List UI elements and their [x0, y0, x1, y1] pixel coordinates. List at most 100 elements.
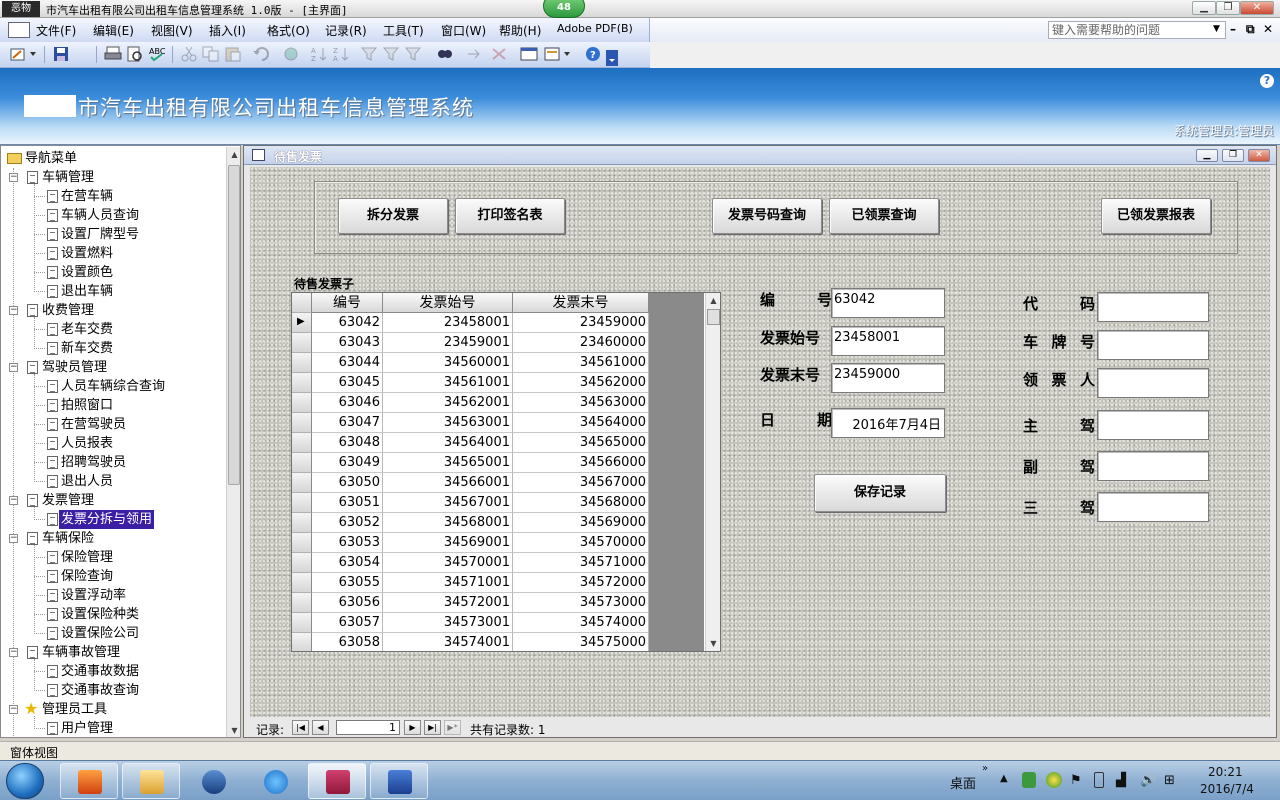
filter-by-form-icon[interactable]: [382, 46, 400, 62]
collapse-toggle-icon[interactable]: −: [9, 496, 18, 505]
table-cell[interactable]: 34573000: [513, 593, 649, 613]
table-cell[interactable]: 34561001: [383, 373, 513, 393]
spelling-icon[interactable]: ABC: [148, 46, 166, 62]
last-record-button[interactable]: ▶|: [424, 720, 441, 735]
taskbar-ie[interactable]: [246, 763, 304, 799]
save-record-button[interactable]: 保存记录: [814, 474, 946, 512]
table-cell[interactable]: 34567000: [513, 473, 649, 493]
form-restore-button[interactable]: ❐: [1222, 149, 1244, 162]
table-cell[interactable]: 34574000: [513, 613, 649, 633]
cut-icon[interactable]: [180, 46, 198, 62]
security-shield-icon[interactable]: [1022, 772, 1036, 788]
clock-time[interactable]: 20:21: [1208, 765, 1243, 779]
menu-insert[interactable]: 插入(I): [209, 22, 246, 39]
start-button[interactable]: [6, 763, 44, 799]
table-cell[interactable]: 63055: [312, 573, 383, 593]
table-cell[interactable]: 63056: [312, 593, 383, 613]
table-cell[interactable]: 34566000: [513, 453, 649, 473]
sort-ascending-icon[interactable]: AZ: [310, 46, 328, 62]
table-cell[interactable]: 63053: [312, 533, 383, 553]
apply-filter-icon[interactable]: [404, 46, 422, 62]
minimize-button[interactable]: ▁: [1192, 1, 1216, 15]
taskbar-qq[interactable]: [184, 763, 242, 799]
row-selector[interactable]: [292, 513, 312, 533]
help-icon[interactable]: ?: [584, 46, 602, 62]
row-selector[interactable]: [292, 453, 312, 473]
taskbar-media-player[interactable]: [60, 763, 118, 799]
table-cell[interactable]: 34565000: [513, 433, 649, 453]
row-selector[interactable]: [292, 333, 312, 353]
table-cell[interactable]: 63052: [312, 513, 383, 533]
taskbar-word[interactable]: [370, 763, 428, 799]
toolbar-options-icon[interactable]: [606, 50, 618, 66]
table-cell[interactable]: 63051: [312, 493, 383, 513]
table-cell[interactable]: 34563000: [513, 393, 649, 413]
column-header-start-number[interactable]: 发票始号: [383, 293, 513, 313]
scroll-down-arrow-icon[interactable]: ▼: [227, 723, 240, 737]
previous-record-button[interactable]: ◀: [312, 720, 329, 735]
volume-icon[interactable]: 🔊: [1140, 773, 1156, 788]
table-cell[interactable]: 63045: [312, 373, 383, 393]
table-cell[interactable]: 34566001: [383, 473, 513, 493]
row-selector[interactable]: [292, 433, 312, 453]
plate-number-field[interactable]: [1097, 330, 1209, 360]
collapse-toggle-icon[interactable]: −: [9, 306, 18, 315]
collapse-toggle-icon[interactable]: −: [9, 173, 18, 182]
copy-icon[interactable]: [202, 46, 220, 62]
table-cell[interactable]: 34562001: [383, 393, 513, 413]
table-cell[interactable]: 63050: [312, 473, 383, 493]
design-view-icon[interactable]: [10, 46, 38, 62]
print-signature-sheet-button[interactable]: 打印签名表: [455, 198, 565, 234]
row-selector[interactable]: [292, 573, 312, 593]
undo-icon[interactable]: [252, 46, 270, 62]
column-header-id[interactable]: 编号: [312, 293, 383, 313]
nav-scrollbar[interactable]: ▲ ▼: [226, 147, 240, 737]
new-record-icon[interactable]: [466, 46, 484, 62]
table-cell[interactable]: 34562000: [513, 373, 649, 393]
windows-flag-icon[interactable]: ⊞: [1164, 773, 1175, 788]
mdi-minimize-button[interactable]: –: [1230, 22, 1236, 36]
table-cell[interactable]: 34560001: [383, 353, 513, 373]
row-selector[interactable]: [292, 493, 312, 513]
table-cell[interactable]: 34565001: [383, 453, 513, 473]
flag-icon[interactable]: ⚑: [1070, 773, 1082, 788]
table-cell[interactable]: 34571000: [513, 553, 649, 573]
restore-button[interactable]: ❐: [1216, 1, 1240, 15]
table-cell[interactable]: 23459001: [383, 333, 513, 353]
split-invoice-button[interactable]: 拆分发票: [338, 198, 448, 234]
table-cell[interactable]: 34569001: [383, 533, 513, 553]
table-cell[interactable]: 63054: [312, 553, 383, 573]
table-cell[interactable]: 63057: [312, 613, 383, 633]
tray-app-icon[interactable]: [1046, 772, 1062, 788]
number-field[interactable]: 63042: [831, 288, 945, 318]
table-cell[interactable]: 63042: [312, 313, 383, 333]
row-selector[interactable]: [292, 553, 312, 573]
table-cell[interactable]: 34575000: [513, 633, 649, 651]
next-record-button[interactable]: ▶: [404, 720, 421, 735]
select-all-corner[interactable]: [292, 293, 312, 313]
row-selector[interactable]: [292, 353, 312, 373]
help-search-input[interactable]: 键入需要帮助的问题: [1048, 21, 1226, 39]
new-object-icon[interactable]: [544, 46, 572, 62]
table-cell[interactable]: 34564001: [383, 433, 513, 453]
table-cell[interactable]: 34572001: [383, 593, 513, 613]
table-cell[interactable]: 34567001: [383, 493, 513, 513]
table-cell[interactable]: 34570000: [513, 533, 649, 553]
collapse-toggle-icon[interactable]: −: [9, 534, 18, 543]
table-cell[interactable]: 63044: [312, 353, 383, 373]
form-minimize-button[interactable]: ▁: [1196, 149, 1218, 162]
collapse-toggle-icon[interactable]: −: [9, 363, 18, 372]
taskbar-explorer[interactable]: [122, 763, 180, 799]
table-cell[interactable]: 34572000: [513, 573, 649, 593]
hyperlink-icon[interactable]: [282, 46, 300, 62]
table-cell[interactable]: 63048: [312, 433, 383, 453]
clock-date[interactable]: 2016/7/4: [1200, 782, 1254, 796]
menu-records[interactable]: 记录(R): [325, 22, 367, 39]
collapse-toggle-icon[interactable]: −: [9, 648, 18, 657]
first-record-button[interactable]: |◀: [292, 720, 309, 735]
end-number-field[interactable]: 23459000: [831, 363, 945, 393]
taskbar-access[interactable]: [308, 763, 366, 799]
date-field[interactable]: 2016年7月4日: [831, 408, 945, 438]
print-preview-icon[interactable]: [126, 46, 144, 62]
desktop-toolbar-label[interactable]: 桌面: [950, 773, 976, 792]
